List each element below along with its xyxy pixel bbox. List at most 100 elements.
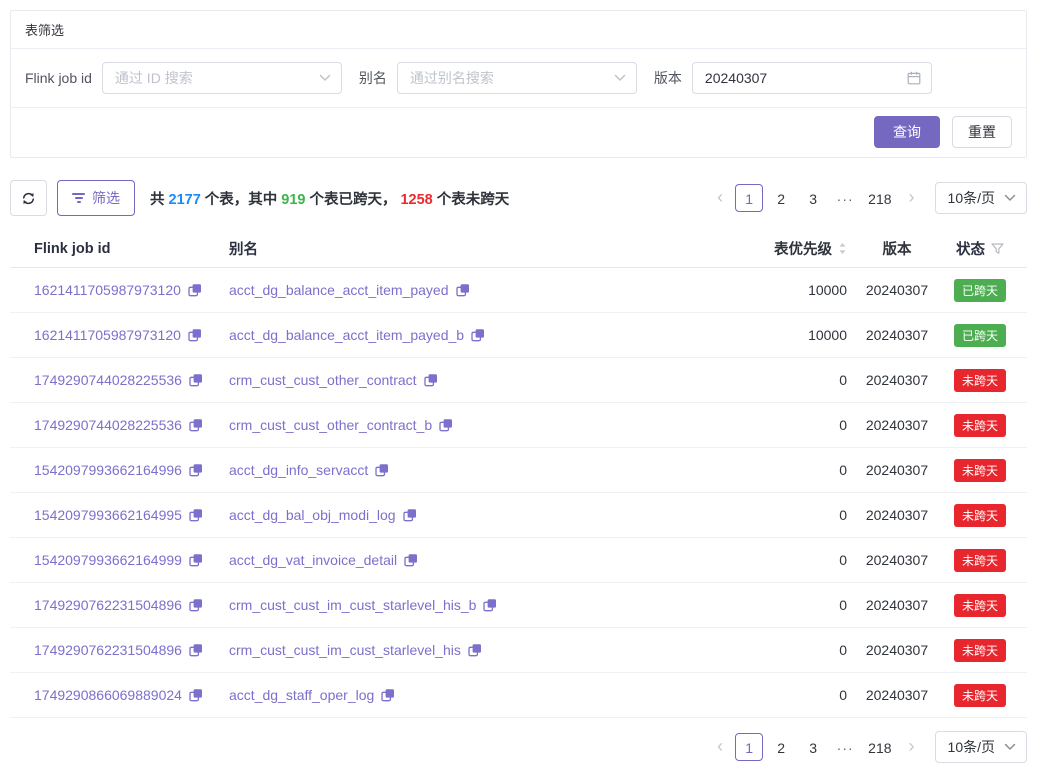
chevron-down-icon bbox=[319, 74, 331, 82]
flink-job-id-link[interactable]: 1621411705987973120 bbox=[34, 327, 181, 343]
copy-icon[interactable] bbox=[189, 463, 203, 477]
copy-icon[interactable] bbox=[381, 688, 395, 702]
cell-flink-job-id: 1749290744028225536 bbox=[24, 372, 229, 388]
copy-icon[interactable] bbox=[404, 553, 418, 567]
table-row: 1749290744028225536 crm_cust_cust_other_… bbox=[10, 403, 1027, 448]
prev-page-button[interactable]: ‹ bbox=[707, 184, 733, 212]
cell-priority: 0 bbox=[727, 462, 847, 478]
table-row: 1621411705987973120 acct_dg_balance_acct… bbox=[10, 268, 1027, 313]
column-header-priority-label: 表优先级 bbox=[774, 238, 832, 259]
flink-job-id-field: Flink job id 通过 ID 搜索 bbox=[25, 62, 342, 94]
next-page-button[interactable]: › bbox=[899, 184, 925, 212]
page-ellipsis[interactable]: ··· bbox=[831, 184, 859, 212]
copy-icon[interactable] bbox=[189, 418, 203, 432]
filter-lines-icon bbox=[72, 193, 85, 203]
filter-toolbar-button[interactable]: 筛选 bbox=[57, 180, 135, 216]
page-button-218[interactable]: 218 bbox=[863, 733, 896, 761]
page: 表筛选 Flink job id 通过 ID 搜索 别名 通过别名搜索 版本 bbox=[0, 0, 1037, 773]
prev-page-button[interactable]: ‹ bbox=[707, 733, 733, 761]
page-button-2[interactable]: 2 bbox=[767, 184, 795, 212]
copy-icon[interactable] bbox=[403, 508, 417, 522]
filter-panel: 表筛选 Flink job id 通过 ID 搜索 别名 通过别名搜索 版本 bbox=[10, 10, 1027, 158]
filter-toolbar-button-label: 筛选 bbox=[92, 188, 120, 208]
table-footer: ‹123···218› 10条/页 bbox=[10, 731, 1027, 763]
table-row: 1749290762231504896 crm_cust_cust_im_cus… bbox=[10, 628, 1027, 673]
column-header-status-label: 状态 bbox=[956, 238, 985, 259]
copy-icon[interactable] bbox=[189, 373, 203, 387]
flink-job-id-link[interactable]: 1749290866069889024 bbox=[34, 687, 182, 703]
cell-alias: crm_cust_cust_im_cust_starlevel_his_b bbox=[229, 597, 727, 613]
table-row: 1749290762231504896 crm_cust_cust_im_cus… bbox=[10, 583, 1027, 628]
page-button-218[interactable]: 218 bbox=[863, 184, 896, 212]
flink-job-id-link[interactable]: 1749290744028225536 bbox=[34, 372, 182, 388]
copy-icon[interactable] bbox=[189, 688, 203, 702]
page-ellipsis[interactable]: ··· bbox=[831, 733, 859, 761]
copy-icon[interactable] bbox=[189, 508, 203, 522]
alias-link[interactable]: crm_cust_cust_im_cust_starlevel_his bbox=[229, 642, 461, 658]
flink-job-id-link[interactable]: 1542097993662164996 bbox=[34, 462, 182, 478]
filter-funnel-icon[interactable] bbox=[991, 243, 1004, 255]
page-button-1[interactable]: 1 bbox=[735, 184, 763, 212]
copy-icon[interactable] bbox=[468, 643, 482, 657]
alias-link[interactable]: crm_cust_cust_im_cust_starlevel_his_b bbox=[229, 597, 476, 613]
version-date-input[interactable]: 20240307 bbox=[692, 62, 932, 94]
copy-icon[interactable] bbox=[189, 598, 203, 612]
alias-link[interactable]: acct_dg_staff_oper_log bbox=[229, 687, 374, 703]
sort-icon[interactable] bbox=[838, 243, 847, 254]
page-size-select[interactable]: 10条/页 bbox=[935, 182, 1027, 214]
next-page-button[interactable]: › bbox=[899, 733, 925, 761]
alias-link[interactable]: acct_dg_vat_invoice_detail bbox=[229, 552, 397, 568]
status-badge: 未跨天 bbox=[954, 459, 1006, 482]
status-badge: 未跨天 bbox=[954, 684, 1006, 707]
page-button-3[interactable]: 3 bbox=[799, 733, 827, 761]
cell-status: 未跨天 bbox=[947, 684, 1013, 707]
flink-job-id-link[interactable]: 1621411705987973120 bbox=[34, 282, 181, 298]
copy-icon[interactable] bbox=[375, 463, 389, 477]
page-button-2[interactable]: 2 bbox=[767, 733, 795, 761]
table-toolbar: 筛选 共2177个表，其中919个表已跨天，1258个表未跨天 ‹123···2… bbox=[10, 180, 1027, 216]
flink-job-id-select[interactable]: 通过 ID 搜索 bbox=[102, 62, 342, 94]
status-badge: 已跨天 bbox=[954, 279, 1006, 302]
cell-flink-job-id: 1542097993662164999 bbox=[24, 552, 229, 568]
copy-icon[interactable] bbox=[188, 328, 202, 342]
cell-priority: 10000 bbox=[727, 327, 847, 343]
query-button[interactable]: 查询 bbox=[874, 116, 940, 148]
flink-job-id-link[interactable]: 1542097993662164995 bbox=[34, 507, 182, 523]
cell-status: 未跨天 bbox=[947, 504, 1013, 527]
page-button-1[interactable]: 1 bbox=[735, 733, 763, 761]
copy-icon[interactable] bbox=[189, 553, 203, 567]
alias-link[interactable]: crm_cust_cust_other_contract bbox=[229, 372, 417, 388]
cell-status: 未跨天 bbox=[947, 594, 1013, 617]
cell-alias: acct_dg_bal_obj_modi_log bbox=[229, 507, 727, 523]
status-badge: 未跨天 bbox=[954, 594, 1006, 617]
flink-job-id-link[interactable]: 1542097993662164999 bbox=[34, 552, 182, 568]
flink-job-id-link[interactable]: 1749290762231504896 bbox=[34, 597, 182, 613]
flink-job-id-link[interactable]: 1749290744028225536 bbox=[34, 417, 182, 433]
alias-link[interactable]: acct_dg_bal_obj_modi_log bbox=[229, 507, 396, 523]
cell-status: 已跨天 bbox=[947, 324, 1013, 347]
flink-job-id-link[interactable]: 1749290762231504896 bbox=[34, 642, 182, 658]
copy-icon[interactable] bbox=[456, 283, 470, 297]
cell-priority: 0 bbox=[727, 597, 847, 613]
copy-icon[interactable] bbox=[189, 643, 203, 657]
refresh-button[interactable] bbox=[10, 180, 47, 216]
cell-alias: crm_cust_cust_im_cust_starlevel_his bbox=[229, 642, 727, 658]
page-size-select[interactable]: 10条/页 bbox=[935, 731, 1027, 763]
copy-icon[interactable] bbox=[188, 283, 202, 297]
alias-link[interactable]: acct_dg_balance_acct_item_payed_b bbox=[229, 327, 464, 343]
copy-icon[interactable] bbox=[424, 373, 438, 387]
alias-link[interactable]: crm_cust_cust_other_contract_b bbox=[229, 417, 432, 433]
page-button-3[interactable]: 3 bbox=[799, 184, 827, 212]
table-row: 1542097993662164995 acct_dg_bal_obj_modi… bbox=[10, 493, 1027, 538]
summary-text: 个表未跨天 bbox=[437, 192, 510, 208]
reset-button[interactable]: 重置 bbox=[952, 116, 1012, 148]
alias-link[interactable]: acct_dg_balance_acct_item_payed bbox=[229, 282, 449, 298]
alias-link[interactable]: acct_dg_info_servacct bbox=[229, 462, 368, 478]
cell-priority: 10000 bbox=[727, 282, 847, 298]
copy-icon[interactable] bbox=[471, 328, 485, 342]
copy-icon[interactable] bbox=[439, 418, 453, 432]
cell-priority: 0 bbox=[727, 552, 847, 568]
table-row: 1749290744028225536 crm_cust_cust_other_… bbox=[10, 358, 1027, 403]
alias-select[interactable]: 通过别名搜索 bbox=[397, 62, 637, 94]
copy-icon[interactable] bbox=[483, 598, 497, 612]
